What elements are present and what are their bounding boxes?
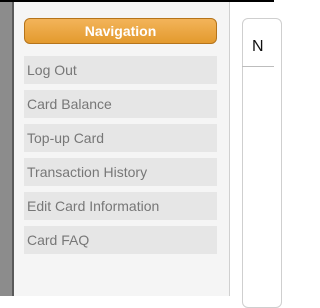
nav-item-log-out[interactable]: Log Out (24, 56, 217, 84)
navigation-header: Navigation (24, 18, 217, 44)
content-panel (242, 18, 282, 308)
content-title-divider (242, 66, 274, 67)
nav-item-edit-card-information[interactable]: Edit Card Information (24, 192, 217, 220)
nav-item-transaction-history[interactable]: Transaction History (24, 158, 217, 186)
nav-item-card-balance[interactable]: Card Balance (24, 90, 217, 118)
nav-item-card-faq[interactable]: Card FAQ (24, 226, 217, 254)
content-title: N (252, 38, 264, 55)
nav-item-top-up-card[interactable]: Top-up Card (24, 124, 217, 152)
left-gray-strip (0, 2, 12, 296)
sidebar-divider (229, 2, 230, 296)
